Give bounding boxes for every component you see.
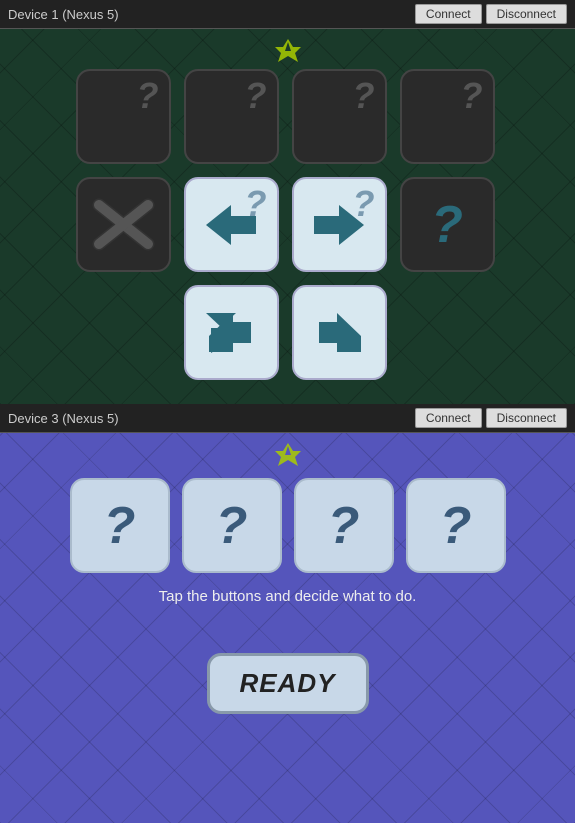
device1-header: Device 1 (Nexus 5) Connect Disconnect [0,0,575,29]
x-icon [91,197,156,252]
device1-title: Device 1 (Nexus 5) [8,7,119,22]
card-r2c3-arrow-right[interactable]: ? [292,177,387,272]
logo-icon [273,37,303,67]
ready-button[interactable]: READY [206,653,368,714]
device2-card1[interactable]: ? [70,478,170,573]
device2-cards-row: ? ? ? ? [70,478,506,573]
device2-title: Device 3 (Nexus 5) [8,411,119,426]
device2-header: Device 3 (Nexus 5) Connect Disconnect [0,404,575,433]
card-r1c2-question: ? [245,75,267,117]
device2-card4-question: ? [440,496,472,556]
card-r1c4-question: ? [461,75,483,117]
card-r1c3[interactable]: ? [292,69,387,164]
device1-cards-grid: ? ? ? ? ? [76,69,500,385]
device2-header-buttons: Connect Disconnect [415,408,567,428]
device1-panel: Device 1 (Nexus 5) Connect Disconnect ? … [0,0,575,404]
device2-game-area: ? ? ? ? Tap the buttons and decide what … [0,433,575,823]
card-r2c2-arrow-left[interactable]: ? [184,177,279,272]
device2-card1-question: ? [104,496,136,556]
card-r1c1[interactable]: ? [76,69,171,164]
device2-disconnect-button[interactable]: Disconnect [486,408,567,428]
card-r1c4[interactable]: ? [400,69,495,164]
device1-game-area: ? ? ? ? ? [0,29,575,404]
device2-panel: Device 3 (Nexus 5) Connect Disconnect ? … [0,404,575,823]
device1-connect-button[interactable]: Connect [415,4,482,24]
card-r1c1-question: ? [137,75,159,117]
device2-connect-button[interactable]: Connect [415,408,482,428]
device2-card2[interactable]: ? [182,478,282,573]
card-r3c2-arrow-down-left[interactable] [184,285,279,380]
device2-card2-question: ? [216,496,248,556]
card-r2c4-q: ? [431,195,463,255]
device1-disconnect-button[interactable]: Disconnect [486,4,567,24]
device2-card4[interactable]: ? [406,478,506,573]
device2-card3-question: ? [328,496,360,556]
card-r2c1-x[interactable] [76,177,171,272]
card-r1c2[interactable]: ? [184,69,279,164]
arrow-down-right-icon [309,308,369,358]
card-r2c3-question: ? [353,183,375,225]
device2-card3[interactable]: ? [294,478,394,573]
device1-header-buttons: Connect Disconnect [415,4,567,24]
card-r2c4-question[interactable]: ? [400,177,495,272]
arrow-down-left-icon [201,308,261,358]
device2-logo-icon [273,441,303,471]
card-r1c3-question: ? [353,75,375,117]
card-r2c2-question: ? [245,183,267,225]
card-r3c3-arrow-down-right[interactable] [292,285,387,380]
tap-instruction-text: Tap the buttons and decide what to do. [159,588,417,605]
